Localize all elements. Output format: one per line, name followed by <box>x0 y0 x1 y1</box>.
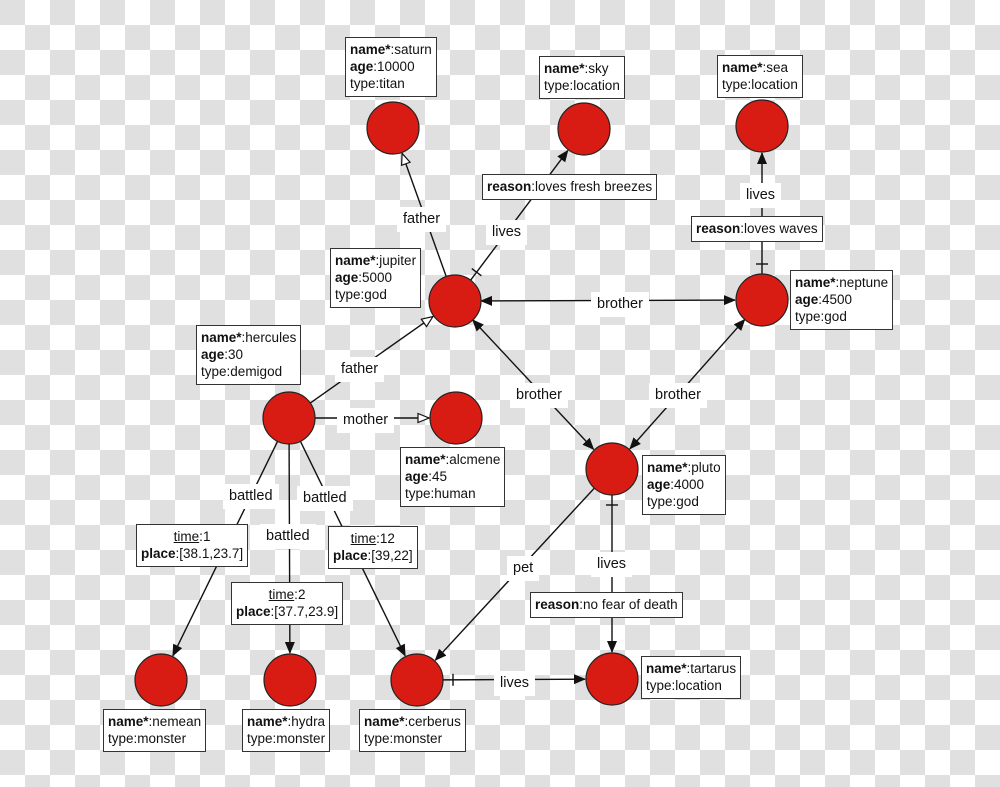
node-jupiter[interactable] <box>428 274 482 328</box>
node-neptune[interactable] <box>735 273 789 327</box>
node-cerberus[interactable] <box>390 653 444 707</box>
node-props-hydra: name*:hydra type:monster <box>242 709 331 752</box>
edge-label-neptune-sea: lives <box>740 183 782 208</box>
node-props-alcmene: name*:alcmene age:45 type:human <box>400 447 506 507</box>
edge-props-jupiter-sky: reason:loves fresh breezes <box>482 174 658 200</box>
node-props-saturn: name*:saturn age:10000 type:titan <box>345 37 437 97</box>
edge-jupiter-sky <box>470 149 569 281</box>
edge-props-hercules-nemean: time:1 place:[38.1,23.7] <box>136 524 249 567</box>
node-pluto[interactable] <box>585 442 639 496</box>
edge-props-neptune-sea: reason:loves waves <box>691 216 823 242</box>
edge-props-hercules-cerberus: time:12 place:[39,22] <box>328 526 418 569</box>
graph-canvas <box>134 99 789 707</box>
node-sky[interactable] <box>557 102 611 156</box>
edge-label-hercules-alcmene: mother <box>337 408 395 433</box>
edge-label-jupiter-sky: lives <box>486 220 528 245</box>
edge-label-hercules-hydra: battled <box>260 524 316 549</box>
edge-tick-jupiter-sky <box>471 268 482 277</box>
node-props-neptune: name*:neptune age:4500 type:god <box>790 270 894 330</box>
edge-label-hercules-nemean: battled <box>223 484 279 509</box>
edge-label-neptune-pluto: brother <box>649 383 707 408</box>
node-props-hercules: name*:hercules age:30 type:demigod <box>196 325 302 385</box>
edge-label-jupiter-pluto: brother <box>510 383 568 408</box>
edge-label-pluto-cerberus: pet <box>507 556 540 581</box>
node-props-jupiter: name*:jupiter age:5000 type:god <box>330 248 422 308</box>
node-alcmene[interactable] <box>429 391 483 445</box>
node-hydra[interactable] <box>263 653 317 707</box>
edge-label-jupiter-neptune: brother <box>591 292 649 317</box>
node-props-cerberus: name*:cerberus type:monster <box>359 709 466 752</box>
node-nemean[interactable] <box>134 653 188 707</box>
edge-label-hercules-cerberus: battled <box>297 486 353 511</box>
node-props-pluto: name*:pluto age:4000 type:god <box>642 455 726 515</box>
edge-props-pluto-tartarus: reason:no fear of death <box>530 592 683 618</box>
node-props-sea: name*:sea type:location <box>717 55 803 98</box>
edge-label-hercules-jupiter: father <box>335 357 385 382</box>
node-saturn[interactable] <box>366 101 420 155</box>
node-hercules[interactable] <box>262 391 316 445</box>
node-tartarus[interactable] <box>585 652 639 706</box>
edge-label-cerberus-tartarus: lives <box>494 671 536 696</box>
edge-props-hercules-hydra: time:2 place:[37.7,23.9] <box>231 582 344 625</box>
node-props-nemean: name*:nemean type:monster <box>103 709 207 752</box>
edge-label-jupiter-saturn: father <box>397 207 447 232</box>
node-props-tartarus: name*:tartarus type:location <box>641 656 742 699</box>
node-props-sky: name*:sky type:location <box>539 56 625 99</box>
node-sea[interactable] <box>735 99 789 153</box>
edge-label-pluto-tartarus: lives <box>591 552 633 577</box>
